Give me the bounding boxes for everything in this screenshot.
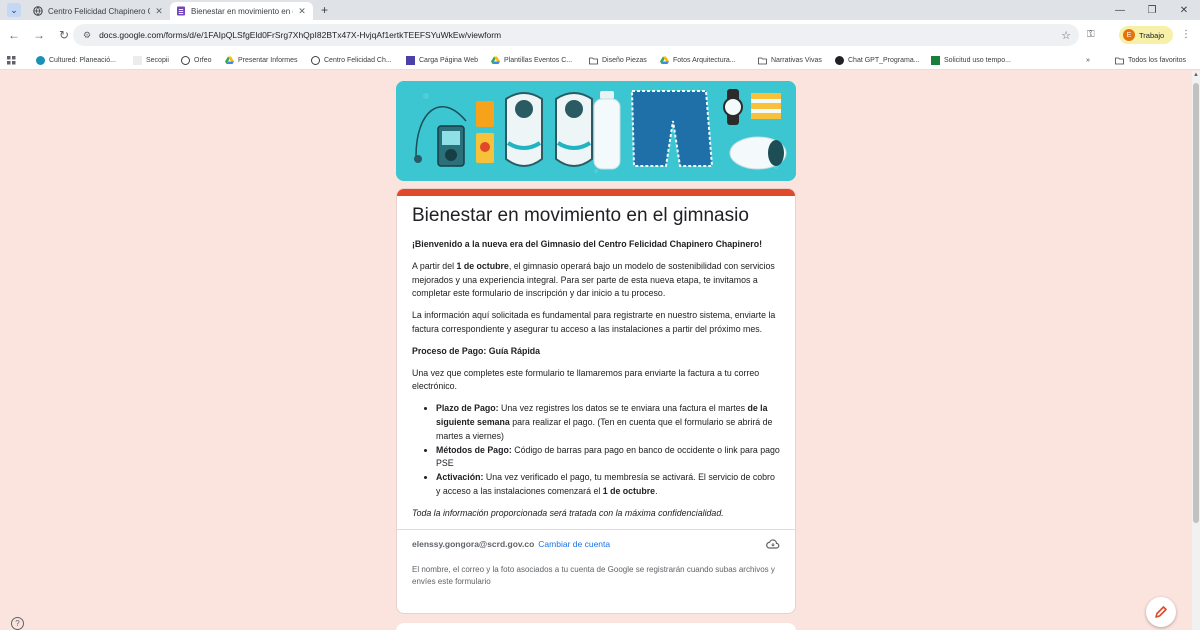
star-icon[interactable]: ☆: [1061, 29, 1071, 42]
apps-icon[interactable]: [7, 54, 20, 66]
payment-steps-list: Plazo de Pago: Una vez registres los dat…: [436, 402, 780, 499]
site-info-icon[interactable]: ⚙: [83, 30, 91, 41]
profile-button[interactable]: E Trabajo: [1119, 26, 1173, 44]
intro-paragraph: A partir del 1 de octubre, el gimnasio o…: [412, 260, 775, 299]
drive-icon: [225, 56, 234, 65]
forms-icon: [177, 6, 185, 16]
tab-bienestar-form[interactable]: Bienestar en movimiento en el g ✕: [170, 2, 313, 20]
address-bar[interactable]: ⚙ docs.google.com/forms/d/e/1FAIpQLSfgEl…: [73, 24, 1079, 46]
profile-label: Trabajo: [1139, 30, 1165, 40]
next-question-card: [396, 623, 796, 630]
form-header-image: [396, 81, 796, 181]
scroll-up-icon[interactable]: ▲: [1192, 72, 1200, 78]
back-icon[interactable]: ←: [3, 28, 25, 42]
page-scrollbar[interactable]: ▲: [1192, 71, 1200, 630]
minimize-icon[interactable]: —: [1104, 0, 1136, 20]
close-icon[interactable]: ✕: [297, 6, 307, 17]
restore-icon[interactable]: ❐: [1136, 0, 1168, 20]
card-accent-bar: [397, 189, 795, 196]
key-icon[interactable]: ⚿: [1087, 29, 1095, 40]
menu-icon[interactable]: ⋮: [1181, 29, 1191, 40]
account-email: elenssy.gongora@scrd.gov.co: [412, 538, 535, 549]
tab-strip: ⌄ Centro Felicidad Chapinero CEF ✕ Biene…: [0, 0, 1200, 20]
bookmark-item[interactable]: Centro Felicidad Ch...: [311, 54, 392, 66]
bookmark-item[interactable]: Secopii: [133, 54, 169, 66]
tab-centro-felicidad[interactable]: Centro Felicidad Chapinero CEF ✕: [27, 2, 170, 20]
bookmark-item[interactable]: Cultured: Planeació...: [36, 54, 116, 66]
bookmark-icon: [181, 55, 190, 65]
bookmark-icon: [36, 55, 45, 65]
bookmark-item[interactable]: Fotos Arquitectura...: [660, 54, 736, 66]
avatar: E: [1123, 29, 1135, 41]
bookmark-folder[interactable]: Todos los favoritos: [1115, 54, 1186, 66]
gym-illustration: [396, 81, 796, 181]
forward-icon[interactable]: →: [28, 28, 50, 42]
url-text: docs.google.com/forms/d/e/1FAIpQLSfgEld0…: [99, 30, 502, 40]
welcome-text: ¡Bienvenido a la nueva era del Gimnasio …: [412, 239, 762, 249]
bookmark-folder[interactable]: Diseño Piezas: [589, 54, 647, 66]
folder-icon: [1115, 56, 1124, 65]
info-paragraph: La información aquí solicitada es fundam…: [412, 310, 776, 334]
bookmarks-bar: Cultured: Planeació... Secopii Orfeo Pre…: [0, 50, 1200, 70]
payment-intro: Una vez que completes este formulario te…: [412, 367, 760, 392]
payment-heading: Proceso de Pago: Guía Rápida: [412, 345, 541, 356]
globe-icon: [33, 6, 43, 16]
list-item: Métodos de Pago: Código de barras para p…: [436, 444, 780, 472]
new-tab-icon[interactable]: +: [321, 3, 328, 17]
folder-icon: [589, 56, 598, 65]
bookmark-item[interactable]: Orfeo: [181, 54, 212, 66]
bookmark-icon: [406, 55, 415, 65]
tab-title: Bienestar en movimiento en el g: [191, 6, 293, 16]
chatgpt-icon: [835, 55, 844, 65]
bookmark-item[interactable]: Presentar Informes: [225, 54, 298, 66]
bookmark-folder[interactable]: Narrativas Vivas: [758, 54, 822, 66]
reload-icon[interactable]: ↻: [53, 28, 75, 42]
switch-account-link[interactable]: Cambiar de cuenta: [538, 539, 610, 549]
form-page: Bienestar en movimiento en el gimnasio ¡…: [0, 71, 1200, 630]
close-icon[interactable]: ✕: [154, 6, 164, 17]
tab-search-icon[interactable]: ⌄: [7, 3, 21, 17]
chevron-right-icon[interactable]: »: [1086, 54, 1090, 66]
list-item: Plazo de Pago: Una vez registres los dat…: [436, 402, 780, 443]
privacy-note: Toda la información proporcionada será t…: [412, 507, 724, 518]
window-close-icon[interactable]: ✕: [1168, 0, 1200, 20]
cloud-icon: [766, 538, 780, 549]
bookmark-item[interactable]: Chat GPT_Programa...: [835, 54, 920, 66]
account-disclaimer: El nombre, el correo y la foto asociados…: [412, 564, 775, 586]
drive-icon: [491, 56, 500, 65]
sheets-icon: [931, 55, 940, 65]
folder-icon: [758, 56, 767, 65]
bookmark-item[interactable]: Plantillas Eventos C...: [491, 54, 572, 66]
bookmark-item[interactable]: Carga Página Web: [406, 54, 478, 66]
globe-icon: [311, 55, 320, 65]
edit-pencil-icon[interactable]: [1146, 597, 1176, 627]
bookmark-item[interactable]: Solicitud uso tempo...: [931, 54, 1011, 66]
drive-icon: [660, 56, 669, 65]
browser-toolbar: ← → ↻ ⚙ docs.google.com/forms/d/e/1FAIpQ…: [0, 20, 1200, 50]
list-item: Activación: Una vez verificado el pago, …: [436, 471, 780, 499]
form-title: Bienestar en movimiento en el gimnasio: [412, 205, 749, 226]
bookmark-icon: [133, 55, 142, 65]
help-icon[interactable]: ?: [11, 617, 24, 630]
form-description-card: Bienestar en movimiento en el gimnasio ¡…: [396, 188, 796, 614]
scrollbar-thumb[interactable]: [1193, 83, 1199, 523]
account-row: elenssy.gongora@scrd.gov.co Cambiar de c…: [412, 530, 780, 550]
tab-title: Centro Felicidad Chapinero CEF: [48, 6, 150, 16]
